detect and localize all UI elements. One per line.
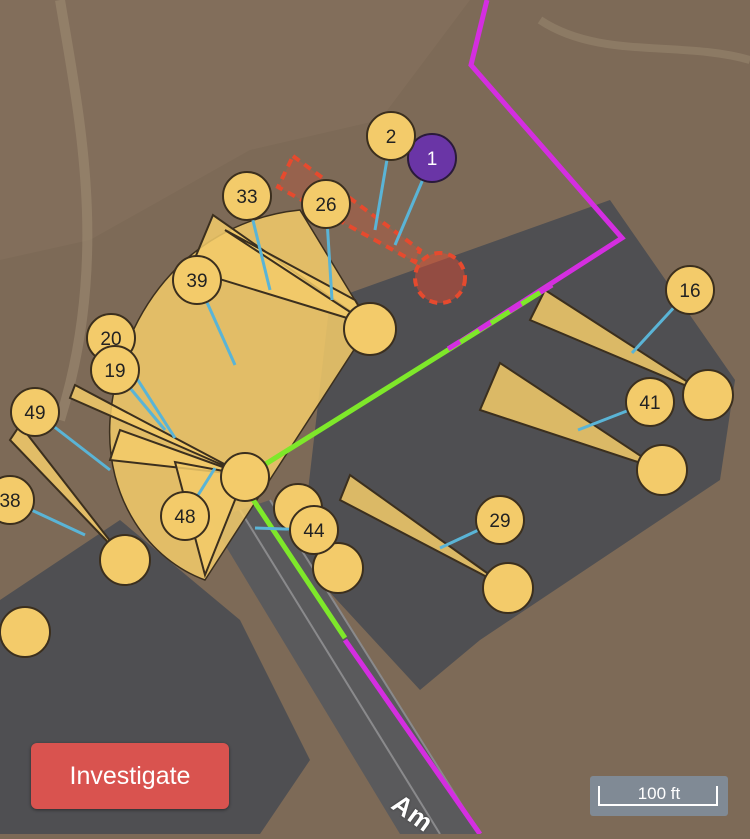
marker-label: 26 <box>315 195 336 216</box>
camera-node <box>482 562 534 614</box>
marker-33[interactable]: 33 <box>222 171 272 221</box>
camera-node <box>220 452 270 502</box>
marker-label: 19 <box>104 361 125 382</box>
marker-39[interactable]: 39 <box>172 255 222 305</box>
marker-label: 48 <box>174 507 195 528</box>
marker-26[interactable]: 26 <box>301 179 351 229</box>
marker-label: 1 <box>427 149 438 170</box>
marker-2[interactable]: 2 <box>366 111 416 161</box>
scale-bar: 100 ft <box>590 776 728 816</box>
camera-node <box>682 369 734 421</box>
camera-node <box>636 444 688 496</box>
marker-label: 38 <box>0 491 21 512</box>
scale-label: 100 ft <box>637 784 681 803</box>
marker-19[interactable]: 19 <box>90 345 140 395</box>
marker-label: 44 <box>303 521 325 542</box>
camera-node <box>343 302 397 356</box>
marker-label: 49 <box>24 403 45 424</box>
marker-label: 41 <box>639 393 660 414</box>
marker-label: 2 <box>386 127 397 148</box>
marker-29[interactable]: 29 <box>475 495 525 545</box>
investigate-button[interactable]: Investigate <box>31 743 229 809</box>
marker-label: 33 <box>236 187 257 208</box>
marker-16[interactable]: 16 <box>665 265 715 315</box>
marker-label: 16 <box>679 281 700 302</box>
marker-label: 29 <box>489 511 510 532</box>
marker-label: 39 <box>186 271 207 292</box>
selected-point[interactable] <box>413 251 467 305</box>
marker-48[interactable]: 48 <box>160 491 210 541</box>
camera-node <box>0 606 51 658</box>
map-canvas[interactable]: 1 2 33 26 39 16 20 19 41 49 38 48 44 29 <box>0 0 750 834</box>
marker-44[interactable]: 44 <box>289 505 339 555</box>
marker-41[interactable]: 41 <box>625 377 675 427</box>
camera-node <box>99 534 151 586</box>
marker-49[interactable]: 49 <box>10 387 60 437</box>
